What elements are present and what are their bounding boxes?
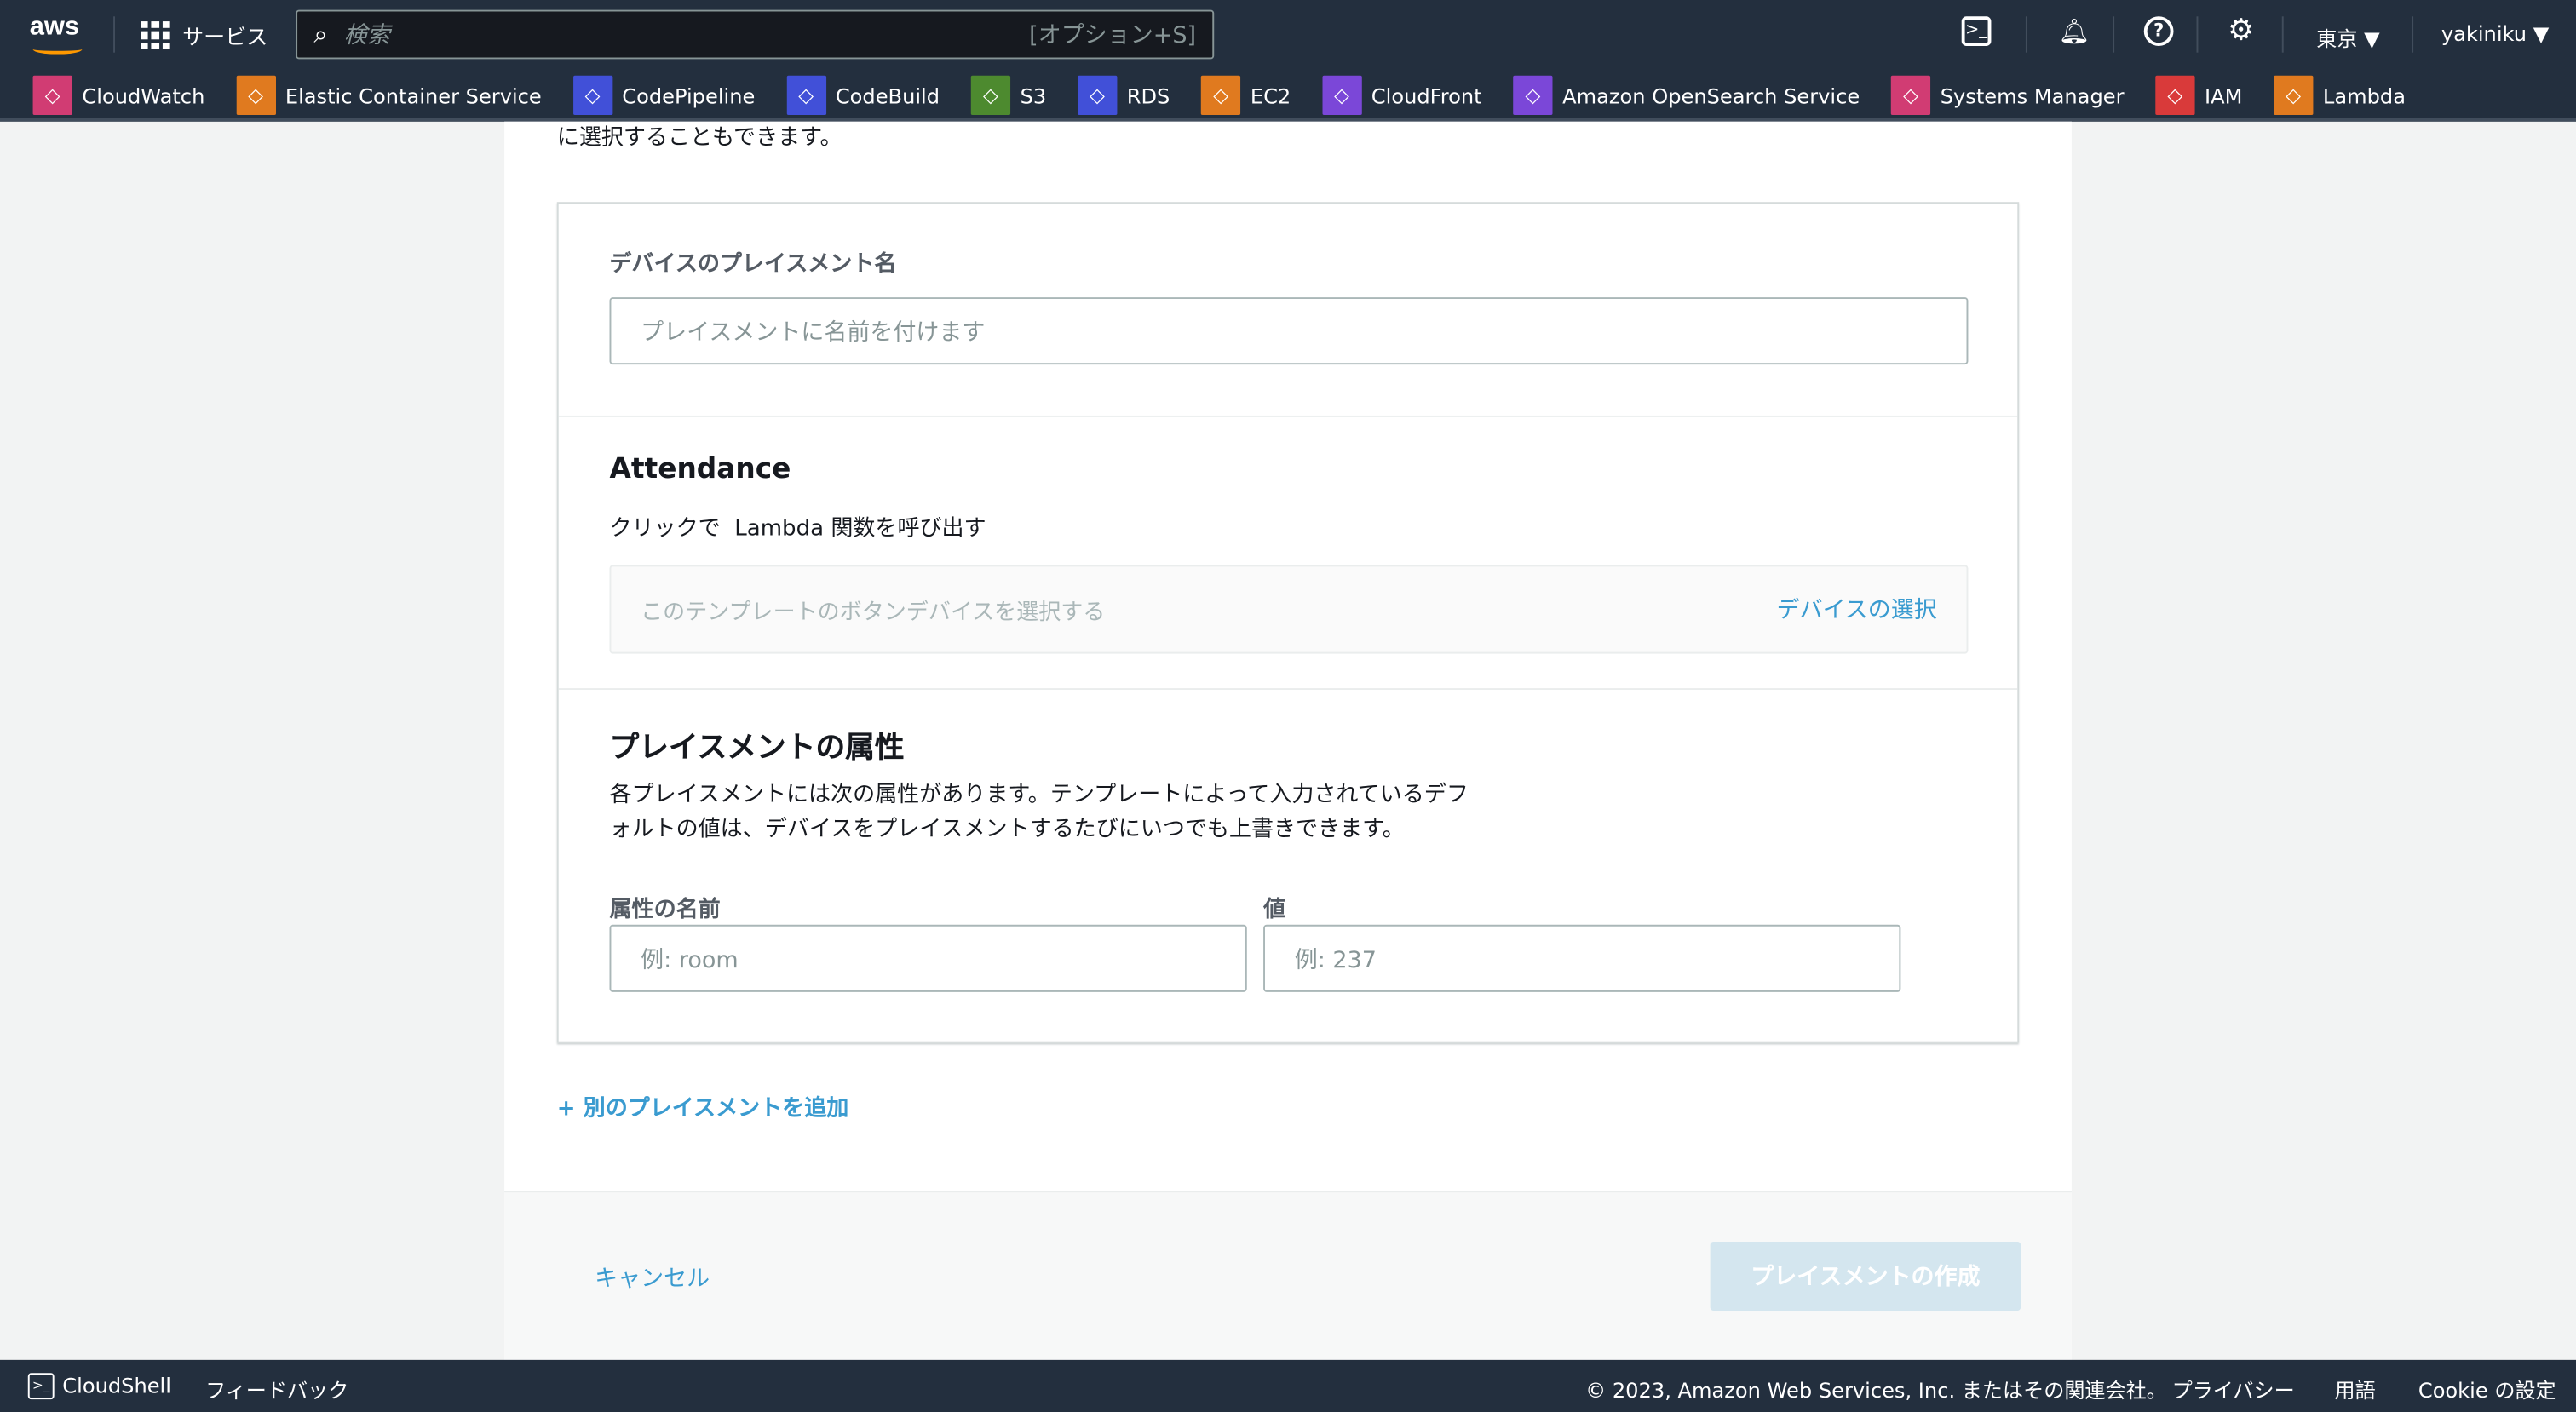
favorite-label: Amazon OpenSearch Service (1562, 83, 1860, 108)
favorite-label: CodeBuild (835, 83, 940, 108)
favorite-rds[interactable]: ◇ RDS (1077, 75, 1170, 115)
placement-name-section: デバイスのプレイスメント名 プレイスメントに名前を付けます (558, 204, 2018, 417)
favorite-label: S3 (1020, 83, 1047, 108)
iam-icon: ◇ (2155, 75, 2195, 115)
services-label: サービス (182, 26, 268, 51)
attendance-section: Attendance クリックで Lambda 関数を呼び出す このテンプレート… (558, 417, 2018, 690)
attribute-name-label: 属性の名前 (609, 896, 721, 923)
search-icon: ⌕ (313, 20, 328, 49)
divider (2412, 16, 2414, 53)
cookie-settings-link[interactable]: Cookie の設定 (2418, 1373, 2556, 1404)
description-line: ォルトの値は、デバイスをプレイスメントするたびにいつでも上書きできます。 (609, 816, 1405, 843)
placeholder: 例: room (641, 946, 739, 973)
placeholder: 例: 237 (1294, 946, 1377, 973)
device-placeholder: このテンプレートのボタンデバイスを選択する (641, 599, 1106, 626)
rds-icon: ◇ (1077, 75, 1118, 115)
cloudwatch-icon: ◇ (32, 75, 72, 115)
favorite-label: EC2 (1250, 83, 1291, 108)
divider (113, 16, 115, 53)
favorite-systems-manager[interactable]: ◇ Systems Manager (1890, 75, 2125, 115)
favorite-ec2[interactable]: ◇ EC2 (1200, 75, 1291, 115)
systems-manager-icon: ◇ (1890, 75, 1931, 115)
attendance-title: Attendance (609, 453, 791, 486)
grid-icon (141, 21, 170, 49)
gear-icon[interactable]: ⚙︎ (2228, 13, 2254, 47)
favorite-label: IAM (2204, 83, 2243, 108)
placement-name-input[interactable]: プレイスメントに名前を付けます (609, 297, 1969, 365)
cancel-button[interactable]: キャンセル (595, 1261, 710, 1294)
attribute-name-input[interactable]: 例: room (609, 924, 1247, 992)
console-footer: >_ CloudShell フィードバック © 2023, Amazon Web… (0, 1359, 2576, 1412)
favorite-codebuild[interactable]: ◇ CodeBuild (785, 75, 940, 115)
search-placeholder: 検索 (343, 22, 390, 49)
opensearch-icon: ◇ (1513, 75, 1553, 115)
help-icon[interactable]: ? (2143, 16, 2174, 46)
value-input[interactable]: 例: 237 (1263, 924, 1901, 992)
divider (2196, 16, 2199, 53)
create-placement-button[interactable]: プレイスメントの作成 (1710, 1241, 2021, 1311)
favorite-iam[interactable]: ◇ IAM (2155, 75, 2243, 115)
device-select-field: このテンプレートのボタンデバイスを選択する デバイスの選択 (609, 565, 1969, 654)
favorite-lambda[interactable]: ◇ Lambda (2274, 75, 2406, 115)
favorite-s3[interactable]: ◇ S3 (970, 75, 1047, 115)
favorite-label: Elastic Container Service (285, 83, 542, 108)
cloudfront-icon: ◇ (1321, 75, 1362, 115)
cloudshell-icon[interactable]: >_ (1961, 16, 1992, 46)
description-line: 各プレイスメントには次の属性があります。テンプレートによって入力されているデフ (609, 781, 1469, 808)
codepipeline-icon: ◇ (572, 75, 612, 115)
cloudshell-link[interactable]: CloudShell (62, 1373, 171, 1398)
favorite-label: CloudFront (1371, 83, 1482, 108)
search-shortcut: [オプション+S] (1029, 22, 1196, 49)
placement-card: デバイスのプレイスメント名 プレイスメントに名前を付けます Attendance… (556, 202, 2020, 1043)
search-input[interactable]: ⌕ 検索 [オプション+S] (296, 9, 1215, 60)
favorite-label: CodePipeline (622, 83, 756, 108)
select-device-link[interactable]: デバイスの選択 (1777, 593, 1937, 626)
favorite-codepipeline[interactable]: ◇ CodePipeline (572, 75, 756, 115)
attributes-section: プレイスメントの属性 各プレイスメントには次の属性があります。テンプレートによっ… (559, 690, 2018, 1042)
divider (2025, 16, 2027, 53)
favorite-label: Systems Manager (1940, 83, 2125, 108)
cloudshell-icon[interactable]: >_ (27, 1373, 55, 1400)
top-navigation: aws サービス ⌕ 検索 [オプション+S] >_ 🔔︎ ? ⚙︎ 東京 ▼ … (0, 0, 2576, 122)
attributes-title: プレイスメントの属性 (609, 731, 905, 766)
placement-name-label: デバイスのプレイスメント名 (609, 251, 897, 278)
favorites-bar: ◇ CloudWatch ◇ Elastic Container Service ◇ Co… (32, 75, 2406, 115)
favorite-elastic-container-service[interactable]: ◇ Elastic Container Service (235, 75, 542, 115)
aws-logo-smile (32, 44, 83, 55)
attendance-description: クリックで Lambda 関数を呼び出す (609, 515, 986, 542)
codebuild-icon: ◇ (785, 75, 826, 115)
privacy-link[interactable]: プライバシー (2172, 1373, 2295, 1404)
account-menu[interactable]: yakiniku ▼ (2441, 21, 2549, 46)
attributes-description: 各プレイスメントには次の属性があります。テンプレートによって入力されているデフ … (609, 778, 1468, 847)
favorite-cloudfront[interactable]: ◇ CloudFront (1321, 75, 1482, 115)
favorite-label: CloudWatch (82, 83, 205, 108)
ecs-icon: ◇ (235, 75, 276, 115)
lambda-icon: ◇ (2274, 75, 2314, 115)
divider (2281, 16, 2284, 53)
divider (2113, 16, 2115, 53)
terms-link[interactable]: 用語 (2334, 1373, 2375, 1404)
favorite-label: RDS (1126, 83, 1170, 108)
placeholder: プレイスメントに名前を付けます (641, 319, 986, 346)
favorite-cloudwatch[interactable]: ◇ CloudWatch (32, 75, 205, 115)
services-menu-button[interactable]: サービス (141, 20, 268, 51)
region-selector[interactable]: 東京 ▼ (2316, 21, 2379, 53)
favorite-label: Lambda (2322, 83, 2406, 108)
add-placement-link[interactable]: + 別のプレイスメントを追加 (557, 1089, 849, 1122)
cut-description: に選択することもできます。 (556, 124, 842, 152)
bell-icon[interactable]: 🔔︎ (2058, 16, 2090, 46)
aws-logo[interactable]: aws (30, 13, 79, 43)
s3-icon: ◇ (970, 75, 1011, 115)
favorite-amazon-opensearch-service[interactable]: ◇ Amazon OpenSearch Service (1513, 75, 1860, 115)
ec2-icon: ◇ (1200, 75, 1241, 115)
value-label: 値 (1263, 896, 1286, 923)
feedback-link[interactable]: フィードバック (205, 1373, 348, 1404)
copyright: © 2023, Amazon Web Services, Inc. またはその関… (1585, 1378, 2167, 1403)
